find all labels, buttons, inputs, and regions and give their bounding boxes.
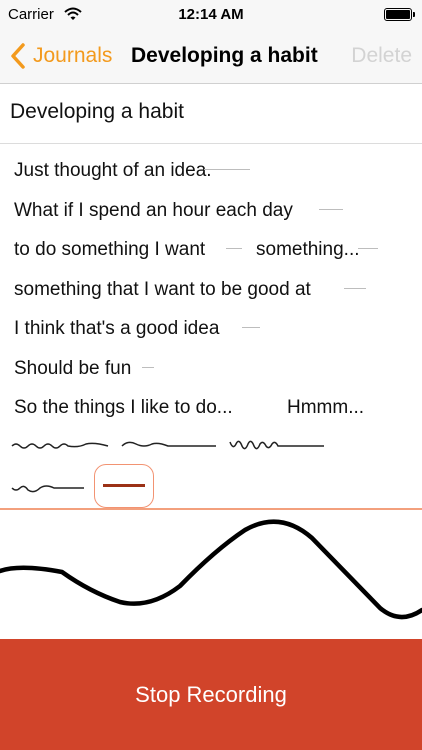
transcript-line: Should be fun [14, 354, 414, 394]
entry-title-field[interactable]: Developing a habit [0, 84, 422, 144]
pending-audio-squiggle [11, 485, 84, 493]
pending-audio-squiggles [11, 440, 324, 450]
current-segment-marker[interactable] [94, 464, 154, 508]
audio-waveform [0, 519, 422, 620]
chevron-left-icon [11, 43, 25, 69]
transcript-line-text: something that I want to be good at [14, 278, 311, 300]
transcript-line: Just thought of an idea. [14, 156, 414, 196]
transcript-line-extra: something... [256, 239, 360, 260]
status-time: 12:14 AM [178, 6, 244, 23]
transcript-line-text: I think that's a good idea [14, 318, 220, 339]
line-underline [204, 169, 250, 170]
transcript-line-extra: Hmmm... [287, 397, 365, 418]
line-underline [226, 248, 242, 249]
transcript-line: I think that's a good idea [14, 314, 414, 354]
battery-icon [384, 8, 415, 21]
line-underline [344, 287, 366, 289]
transcript-line: something that I want to be good at [14, 275, 414, 315]
line-underline [142, 366, 154, 368]
back-button[interactable]: Journals [8, 42, 112, 70]
transcript-line-text: What if I spend an hour each day [14, 199, 293, 221]
back-button-label: Journals [33, 44, 113, 67]
stop-recording-button[interactable]: Stop Recording [0, 639, 422, 750]
delete-button[interactable]: Delete [351, 44, 412, 68]
transcript-line: What if I spend an hour each day [14, 196, 414, 236]
transcript-line-text: Should be fun [14, 357, 132, 379]
line-underline [242, 327, 260, 328]
page-title: Developing a habit [131, 44, 318, 67]
transcript-line-text: Just thought of an idea. [14, 160, 212, 181]
navigation-bar: Journals Developing a habit Delete [0, 30, 422, 84]
line-underline [358, 248, 378, 249]
transcript-line-text: So the things I like to do... [14, 397, 233, 418]
transcript-line-text: to do something I want [14, 239, 206, 260]
transcript-line: to do something I want something... [14, 235, 414, 275]
line-underline [319, 208, 343, 210]
transcript-line: So the things I like to do... Hmmm... [14, 393, 414, 433]
status-bar: Carrier 12:14 AM [0, 0, 422, 30]
transcript: Just thought of an idea. What if I spend… [14, 156, 414, 433]
